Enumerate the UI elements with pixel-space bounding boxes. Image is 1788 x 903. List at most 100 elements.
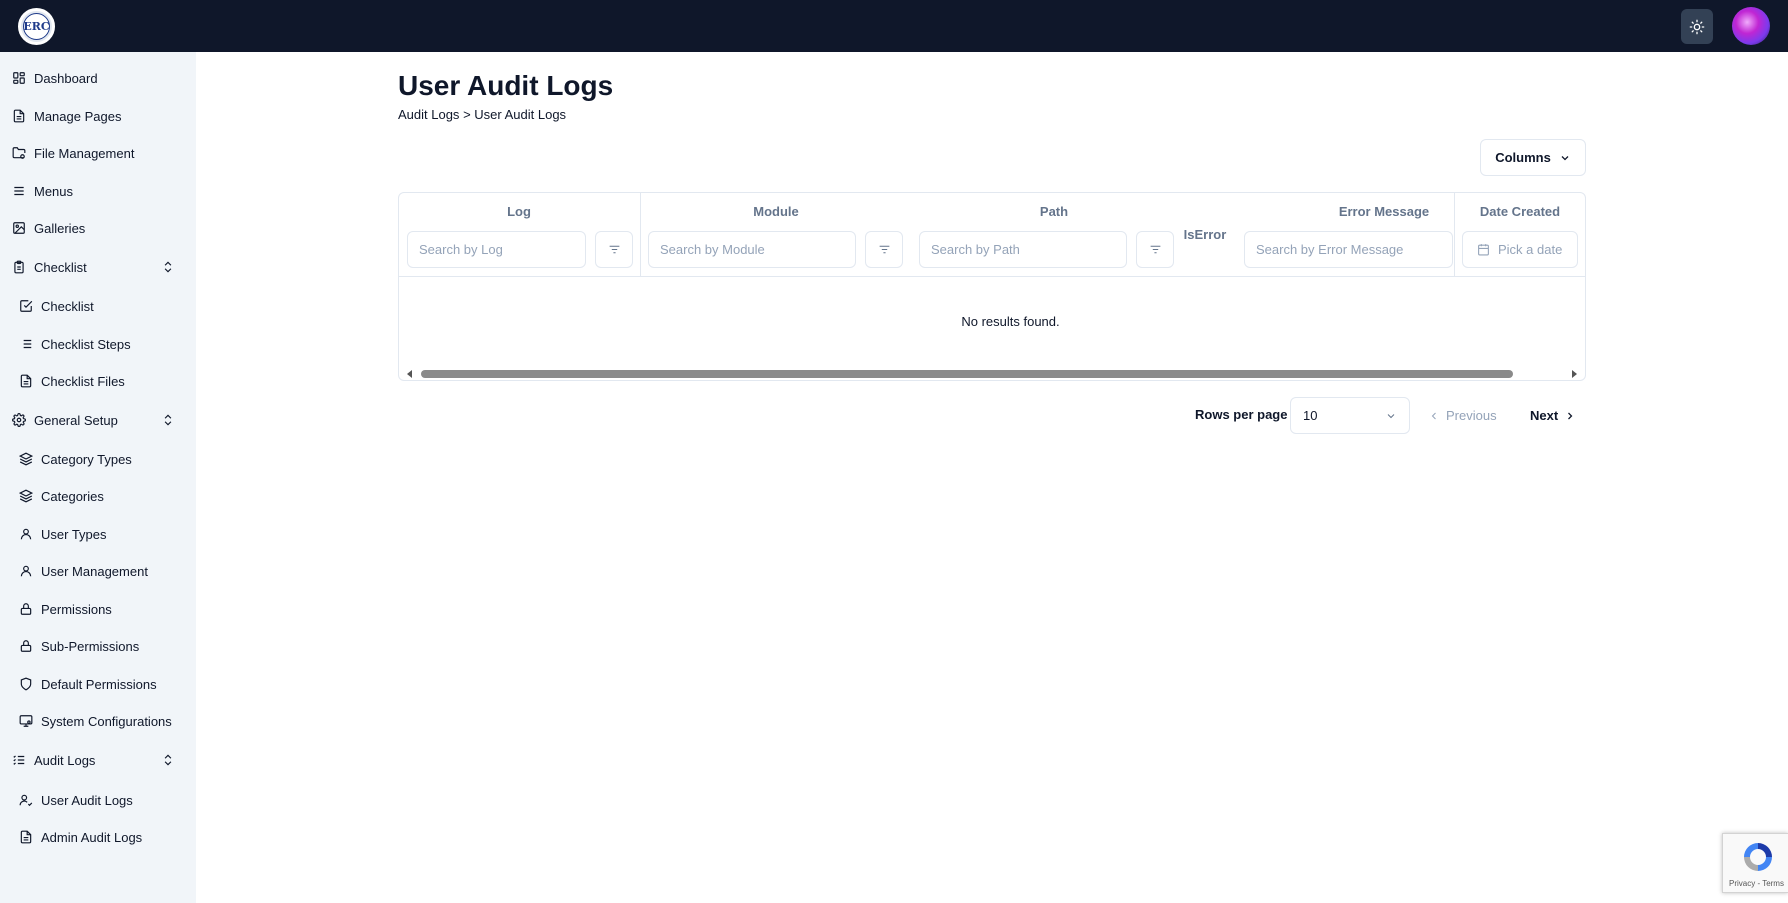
- scroll-left-arrow-icon[interactable]: [407, 370, 412, 378]
- gear-icon: [12, 413, 26, 427]
- module-filter-button[interactable]: [865, 231, 903, 268]
- chevron-down-icon: [1561, 155, 1569, 160]
- clipboard-icon: [12, 260, 26, 274]
- previous-page-button[interactable]: Previous: [1428, 397, 1497, 434]
- sidebar-item-label: Galleries: [34, 220, 86, 236]
- column-header-iserror[interactable]: IsError: [1180, 227, 1230, 242]
- log-filter-button[interactable]: [595, 231, 633, 268]
- lock-icon: [19, 602, 33, 616]
- sidebar-item-dashboard[interactable]: Dashboard: [0, 63, 196, 93]
- chevron-right-icon: [1568, 412, 1573, 419]
- check-square-icon: [19, 299, 33, 313]
- recaptcha-links[interactable]: Privacy - Terms: [1729, 879, 1784, 888]
- recaptcha-icon: [1744, 843, 1772, 871]
- calendar-icon: [1478, 244, 1489, 256]
- sidebar-item-label: Dashboard: [34, 70, 98, 86]
- sidebar-item-user-types[interactable]: User Types: [0, 519, 196, 549]
- sidebar: Dashboard Manage Pages File Management M…: [0, 52, 196, 903]
- list-icon: [19, 337, 33, 351]
- file-icon: [19, 830, 33, 844]
- top-navbar: ERC: [0, 0, 1788, 52]
- rows-per-page-value: 10: [1303, 408, 1318, 423]
- columns-button-label: Columns: [1495, 150, 1551, 165]
- chevrons-up-down-icon: [161, 753, 175, 767]
- recaptcha-badge[interactable]: Privacy - Terms: [1722, 833, 1788, 893]
- shield-icon: [19, 677, 33, 691]
- sidebar-item-category-types[interactable]: Category Types: [0, 444, 196, 474]
- breadcrumb-parent[interactable]: Audit Logs: [398, 107, 459, 122]
- sidebar-item-label: Permissions: [41, 601, 112, 617]
- next-page-button[interactable]: Next: [1530, 397, 1576, 434]
- columns-button[interactable]: Columns: [1480, 139, 1586, 176]
- column-header-log[interactable]: Log: [399, 204, 639, 219]
- horizontal-scrollbar[interactable]: [399, 366, 1585, 380]
- layers-icon: [19, 452, 33, 466]
- sidebar-item-label: User Types: [41, 526, 107, 542]
- sidebar-item-file-management[interactable]: File Management: [0, 138, 196, 168]
- monitor-settings-icon: [19, 714, 33, 728]
- rows-per-page-select[interactable]: 10: [1290, 397, 1410, 434]
- search-path-input[interactable]: Search by Path: [919, 231, 1127, 268]
- column-header-date-created[interactable]: Date Created: [1455, 204, 1585, 219]
- sidebar-item-sub-permissions[interactable]: Sub-Permissions: [0, 631, 196, 661]
- sidebar-item-menus[interactable]: Menus: [0, 176, 196, 206]
- menu-icon: [12, 184, 26, 198]
- audit-log-table: Log Search by Log Module Search by Modul…: [398, 192, 1586, 381]
- sidebar-item-admin-audit-logs[interactable]: Admin Audit Logs: [0, 822, 196, 852]
- chevrons-up-down-icon: [161, 413, 175, 427]
- sidebar-item-manage-pages[interactable]: Manage Pages: [0, 101, 196, 131]
- sidebar-item-permissions[interactable]: Permissions: [0, 594, 196, 624]
- page-title: User Audit Logs: [398, 70, 614, 101]
- date-picker-button[interactable]: Pick a date: [1462, 231, 1578, 268]
- user-icon: [19, 527, 33, 541]
- layers-icon: [19, 489, 33, 503]
- sidebar-item-user-management[interactable]: User Management: [0, 556, 196, 586]
- logo-text: ERC: [23, 13, 50, 40]
- user-icon: [19, 564, 33, 578]
- breadcrumb: Audit Logs > User Audit Logs: [398, 107, 566, 122]
- sidebar-item-label: Checklist: [34, 259, 87, 275]
- sidebar-item-system-configurations[interactable]: System Configurations: [0, 706, 196, 736]
- folder-settings-icon: [12, 146, 26, 160]
- scroll-right-arrow-icon[interactable]: [1572, 370, 1577, 378]
- sidebar-group-audit-logs[interactable]: Audit Logs: [0, 745, 196, 775]
- column-header-module[interactable]: Module: [641, 204, 911, 219]
- search-module-input[interactable]: Search by Module: [648, 231, 856, 268]
- user-avatar[interactable]: [1732, 7, 1770, 45]
- sidebar-item-label: Sub-Permissions: [41, 638, 140, 654]
- sidebar-item-user-audit-logs[interactable]: User Audit Logs: [0, 785, 196, 815]
- sidebar-group-general-setup[interactable]: General Setup: [0, 405, 196, 435]
- search-error-message-input[interactable]: Search by Error Message: [1244, 231, 1453, 268]
- sidebar-item-label: User Management: [41, 563, 148, 579]
- breadcrumb-separator: >: [463, 107, 471, 122]
- breadcrumb-current: User Audit Logs: [474, 107, 567, 122]
- sidebar-item-label: Categories: [41, 488, 104, 504]
- path-filter-button[interactable]: [1136, 231, 1174, 268]
- list-check-icon: [12, 753, 26, 767]
- sidebar-item-label: File Management: [34, 145, 135, 161]
- sidebar-item-default-permissions[interactable]: Default Permissions: [0, 669, 196, 699]
- scrollbar-thumb[interactable]: [421, 370, 1513, 378]
- chevron-down-icon: [1385, 410, 1397, 425]
- sidebar-item-checklist[interactable]: Checklist: [0, 291, 196, 321]
- sidebar-item-label: Default Permissions: [41, 676, 157, 692]
- rows-per-page-label: Rows per page: [1195, 407, 1288, 422]
- search-log-input[interactable]: Search by Log: [407, 231, 586, 268]
- sidebar-item-label: Admin Audit Logs: [41, 829, 143, 845]
- sidebar-item-label: General Setup: [34, 412, 118, 428]
- erc-logo[interactable]: ERC: [18, 8, 55, 45]
- sidebar-item-categories[interactable]: Categories: [0, 481, 196, 511]
- sidebar-group-checklist[interactable]: Checklist: [0, 252, 196, 282]
- sidebar-item-galleries[interactable]: Galleries: [0, 213, 196, 243]
- sidebar-item-label: User Audit Logs: [41, 792, 133, 808]
- theme-toggle-button[interactable]: [1681, 9, 1713, 44]
- sidebar-item-checklist-files[interactable]: Checklist Files: [0, 366, 196, 396]
- sidebar-item-checklist-steps[interactable]: Checklist Steps: [0, 329, 196, 359]
- sidebar-item-label: Audit Logs: [34, 752, 96, 768]
- column-header-path[interactable]: Path: [919, 204, 1189, 219]
- chevron-left-icon: [1431, 412, 1436, 419]
- user-check-icon: [19, 793, 33, 807]
- chevrons-up-down-icon: [161, 260, 175, 274]
- sidebar-item-label: Menus: [34, 183, 74, 199]
- filter-icon: [609, 245, 619, 254]
